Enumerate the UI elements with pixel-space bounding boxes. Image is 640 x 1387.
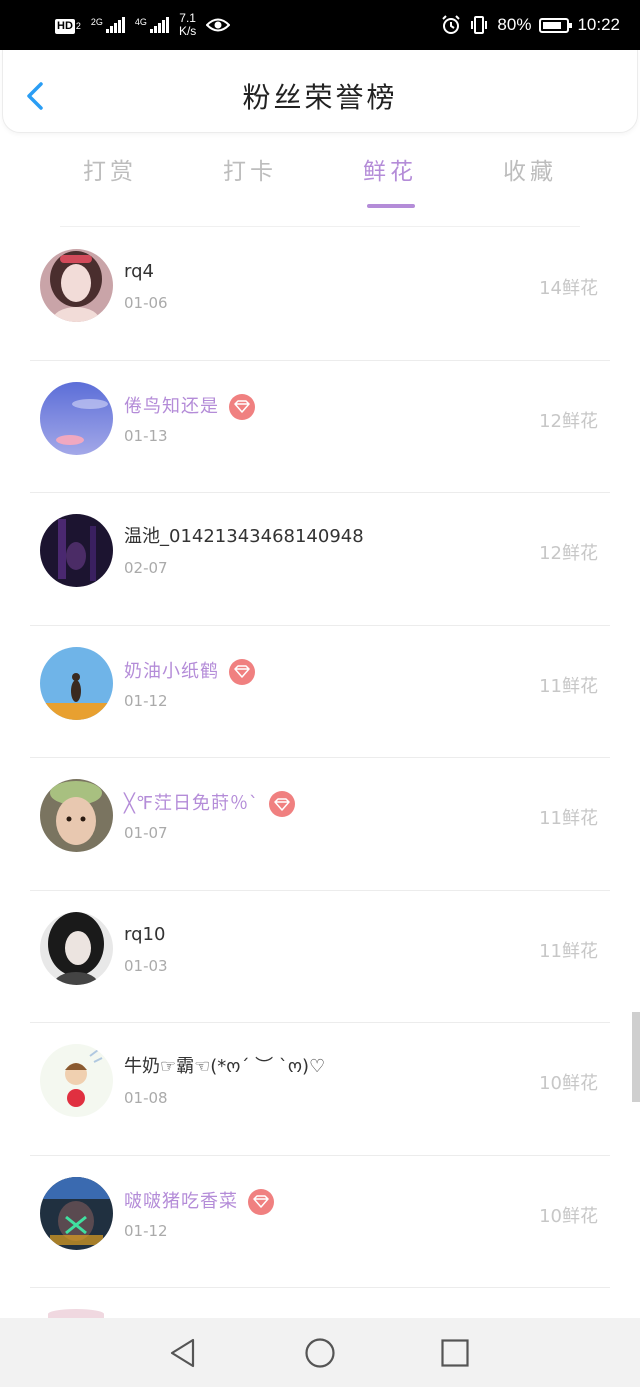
fan-name: rq10 — [124, 923, 166, 945]
alarm-icon — [442, 15, 461, 34]
flower-count: 11鲜花 — [539, 675, 598, 697]
status-bar-left: HD 2 2G 4G 7.1 K/s — [55, 0, 231, 50]
flower-count: 10鲜花 — [539, 1205, 598, 1227]
fan-date: 02-07 — [124, 559, 168, 577]
fan-name: 倦鸟知还是 — [124, 393, 255, 420]
list-item[interactable]: 啵啵猪吃香菜 01-12 10鲜花 — [0, 1156, 640, 1288]
avatar[interactable] — [40, 646, 113, 720]
flower-count: 12鲜花 — [539, 410, 598, 432]
fan-date: 01-12 — [124, 691, 168, 710]
square-recent-icon[interactable] — [438, 1336, 472, 1370]
flower-count: 11鲜花 — [539, 808, 598, 829]
clock: 10:22 — [577, 15, 620, 34]
divider — [30, 1287, 610, 1288]
net-speed: 7.1 K/s — [178, 11, 197, 38]
diamond-icon — [229, 393, 255, 420]
avatar[interactable] — [40, 911, 113, 985]
fan-name: rq4 — [124, 261, 154, 282]
flower-count: 10鲜花 — [539, 1073, 598, 1094]
tab-checkin[interactable]: 打卡 — [210, 158, 290, 186]
fan-date: 01-06 — [124, 294, 168, 312]
fan-list: rq4 01-06 14鲜花 倦鸟知还是 01-13 12鲜花 温池_01421… — [0, 228, 640, 1288]
flower-count: 11鲜花 — [539, 940, 598, 962]
avatar[interactable] — [40, 1176, 113, 1250]
tab-flowers[interactable]: 鲜花 — [350, 158, 430, 208]
fan-name: 啵啵猪吃香菜 — [124, 1188, 274, 1215]
flower-count: 12鲜花 — [539, 543, 598, 564]
scrollbar[interactable] — [632, 1012, 640, 1102]
battery-percent: 80% — [497, 15, 532, 34]
list-item[interactable]: rq4 01-06 14鲜花 — [0, 228, 640, 361]
status-bar: HD 2 2G 4G 7.1 K/s 80% 10:22 — [0, 0, 640, 50]
avatar[interactable] — [40, 514, 113, 587]
active-tab-indicator — [367, 204, 415, 208]
page-title: 粉丝荣誉榜 — [242, 81, 398, 114]
diamond-icon — [248, 1188, 274, 1215]
fan-date: 01-12 — [124, 1221, 168, 1240]
fan-name: 牛奶☞霸☜(*ო´ ︶ `ო)♡ — [124, 1056, 326, 1077]
divider — [60, 226, 580, 227]
tab-reward[interactable]: 打赏 — [70, 158, 150, 186]
flower-count: 14鲜花 — [539, 278, 598, 299]
tab-favorites[interactable]: 收藏 — [490, 158, 570, 186]
circle-home-icon[interactable] — [303, 1336, 337, 1370]
fan-date: 01-13 — [124, 426, 168, 445]
signal-4g-icon: 4G — [135, 17, 169, 33]
fan-date: 01-07 — [124, 824, 168, 842]
fan-date: 01-08 — [124, 1089, 168, 1107]
eye-icon — [206, 18, 231, 32]
list-item[interactable]: 奶油小纸鹤 01-12 11鲜花 — [0, 626, 640, 758]
app-header: 粉丝荣誉榜 — [2, 50, 638, 133]
fan-name: ╳℉茳日免莳％ˋ — [124, 791, 295, 817]
list-item[interactable]: 牛奶☞霸☜(*ო´ ︶ `ო)♡ 01-08 10鲜花 — [0, 1023, 640, 1156]
status-bar-right: 80% 10:22 — [441, 0, 620, 50]
triangle-back-icon[interactable] — [166, 1336, 200, 1370]
system-nav-bar — [0, 1318, 640, 1387]
fan-name: 温池_01421343468140948 — [124, 526, 364, 547]
diamond-icon — [229, 658, 255, 685]
fan-date: 01-03 — [124, 956, 168, 975]
avatar[interactable] — [40, 249, 113, 322]
avatar[interactable] — [40, 381, 113, 455]
fan-name: 奶油小纸鹤 — [124, 658, 255, 685]
list-item[interactable]: rq10 01-03 11鲜花 — [0, 891, 640, 1023]
hd-indicator: HD 2 — [55, 19, 81, 34]
list-item[interactable]: 温池_01421343468140948 02-07 12鲜花 — [0, 493, 640, 626]
list-item[interactable]: 倦鸟知还是 01-13 12鲜花 — [0, 361, 640, 493]
avatar[interactable] — [40, 779, 113, 852]
list-item[interactable]: ╳℉茳日免莳％ˋ 01-07 11鲜花 — [0, 758, 640, 891]
avatar[interactable] — [40, 1044, 113, 1117]
battery-icon — [539, 17, 573, 33]
diamond-icon — [268, 791, 295, 817]
signal-2g-icon: 2G — [91, 17, 125, 33]
vibrate-icon — [471, 16, 488, 34]
tab-bar: 打赏 打卡 鲜花 收藏 — [0, 150, 640, 208]
